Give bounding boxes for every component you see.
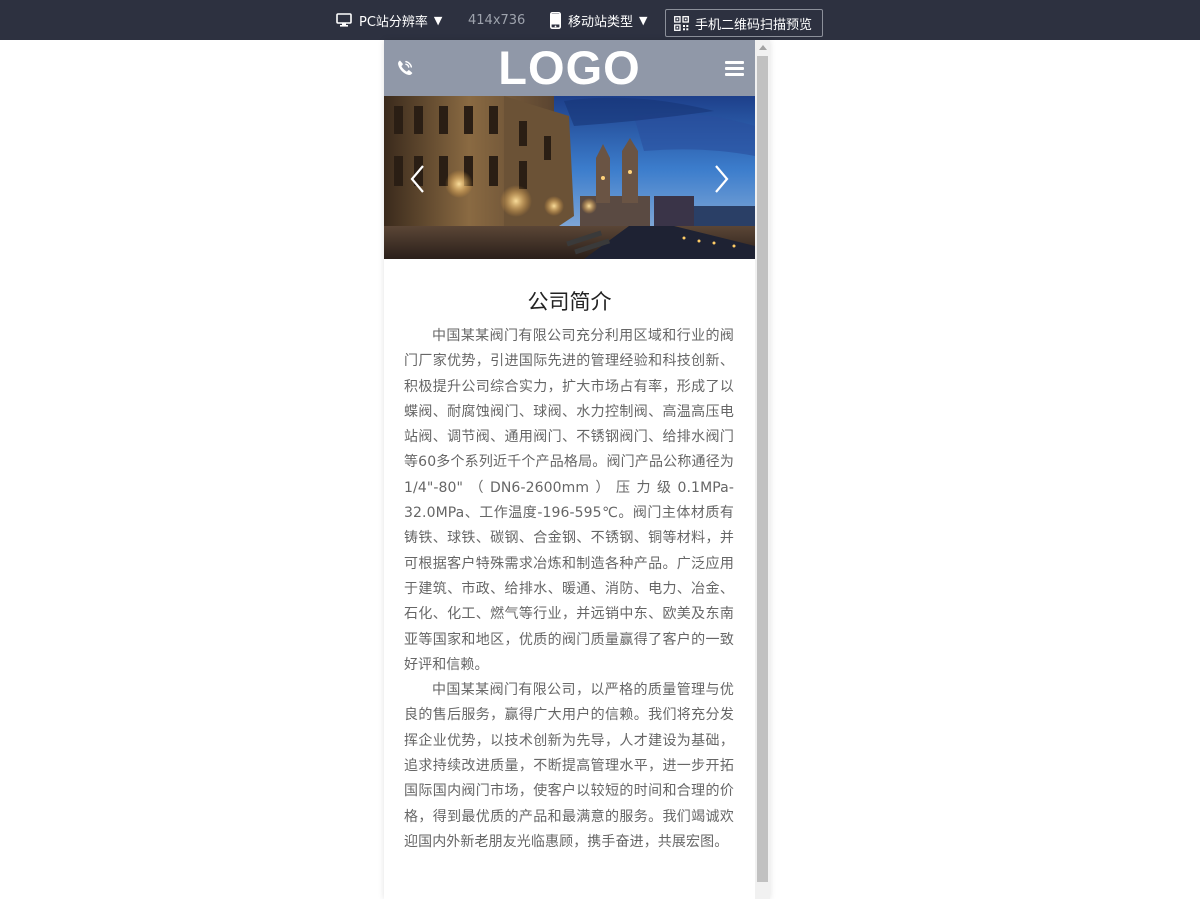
site-logo[interactable]: LOGO (384, 41, 755, 95)
chevron-down-icon: ▼ (639, 13, 648, 27)
mobile-phone-icon (550, 11, 561, 29)
qr-code-icon (674, 15, 689, 31)
intro-paragraph: 中国某某阀门有限公司，以严格的质量管理与优良的售后服务，赢得广大用户的信赖。我们… (404, 682, 734, 850)
resolution-readout: 414x736 (468, 12, 526, 28)
scrollbar-thumb[interactable] (757, 56, 768, 882)
qr-preview-label: 手机二维码扫描预览 (695, 17, 813, 33)
mobile-viewport: LOGO 公司简介 中国某某阀门有限公司充分利用区域和行业的阀门厂家优势，引进国… (384, 40, 755, 899)
banner-slider[interactable] (384, 96, 755, 259)
mobile-preview-frame: LOGO 公司简介 中国某某阀门有限公司充分利用区域和行业的阀门厂家优势，引进国… (384, 40, 770, 899)
pc-resolution-dropdown[interactable]: PC站分辨率 ▼ (336, 0, 442, 40)
scroll-up-arrow-icon[interactable] (759, 45, 767, 50)
mobile-type-dropdown[interactable]: 移动站类型 ▼ (550, 0, 647, 40)
hamburger-menu-icon[interactable] (725, 61, 744, 76)
monitor-icon (336, 13, 352, 27)
mobile-type-label: 移动站类型 (568, 14, 634, 30)
chevron-left-icon[interactable] (398, 154, 438, 204)
chevron-right-icon[interactable] (701, 154, 741, 204)
section-title-company-intro: 公司简介 (527, 290, 612, 314)
company-intro-body: 中国某某阀门有限公司充分利用区域和行业的阀门厂家优势，引进国际先进的管理经验和科… (404, 324, 734, 855)
vertical-scrollbar[interactable] (755, 40, 770, 899)
qr-preview-button[interactable]: 手机二维码扫描预览 (665, 9, 823, 37)
preview-toolbar: PC站分辨率 ▼ 414x736 移动站类型 ▼ 手机二维码扫描预览 (0, 0, 1200, 40)
intro-paragraph: 中国某某阀门有限公司充分利用区域和行业的阀门厂家优势，引进国际先进的管理经验和科… (404, 328, 734, 673)
banner-image (384, 96, 755, 259)
chevron-down-icon: ▼ (433, 13, 443, 27)
site-header: LOGO (384, 40, 755, 96)
pc-resolution-label: PC站分辨率 (359, 14, 428, 30)
